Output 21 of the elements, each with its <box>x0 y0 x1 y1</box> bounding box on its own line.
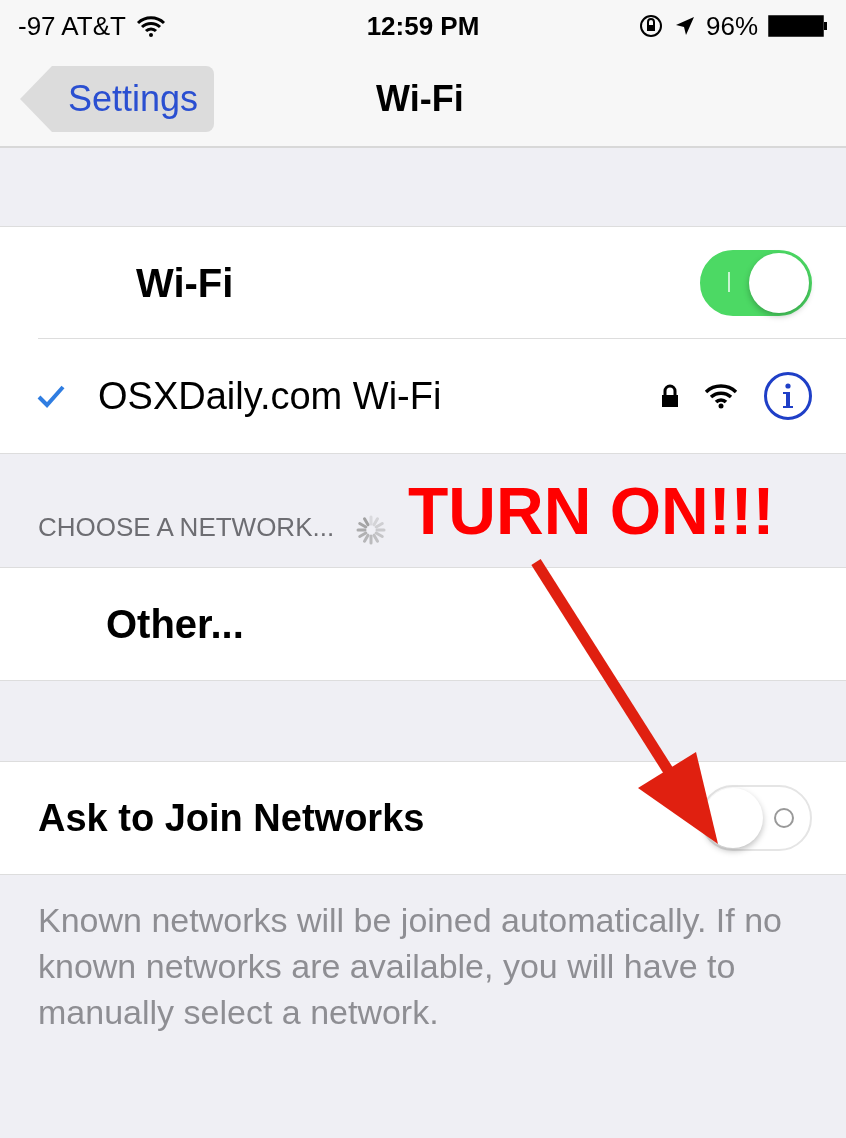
rotation-lock-icon <box>637 13 664 39</box>
wifi-icon <box>135 15 166 37</box>
network-row[interactable]: OSXDaily.com Wi-Fi <box>0 339 846 453</box>
battery-icon <box>768 14 828 38</box>
annotation-text: TURN ON!!! <box>408 478 775 544</box>
clock-text: 12:59 PM <box>366 9 480 43</box>
back-button[interactable]: Settings <box>20 66 215 132</box>
wifi-label: Wi-Fi <box>136 259 235 307</box>
info-button[interactable] <box>764 372 812 420</box>
wifi-icon <box>704 383 738 409</box>
network-name: OSXDaily.com Wi-Fi <box>98 373 443 419</box>
info-icon <box>781 383 795 409</box>
footer-note: Known networks will be joined automatically. If no known networks are available, you will have to manually select a network. <box>37 900 783 1033</box>
screen-title: Wi-Fi <box>376 77 464 121</box>
other-row[interactable]: Other... <box>0 567 846 681</box>
section-header: CHOOSE A NETWORK... <box>38 511 335 544</box>
battery-percent: 96% <box>705 9 758 43</box>
checkmark-icon <box>36 384 66 408</box>
toggle-switch[interactable] <box>700 249 812 316</box>
carrier-text: -97 AT&T <box>18 9 126 43</box>
ask-to-join-label: Ask to Join Networks <box>38 795 426 841</box>
